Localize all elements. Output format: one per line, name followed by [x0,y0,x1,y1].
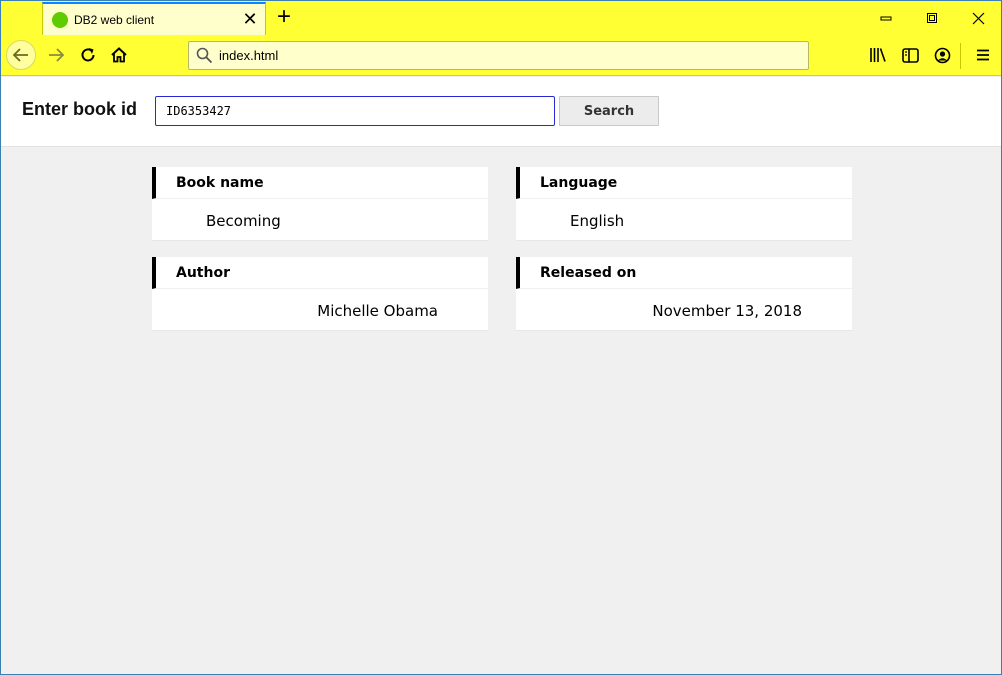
book-id-input[interactable] [155,96,555,126]
tab-title: DB2 web client [74,13,155,27]
tab-db2-web-client[interactable]: DB2 web client ✕ [42,2,266,36]
released-on-value: November 13, 2018 [652,302,802,320]
sidebar-button[interactable] [899,44,921,66]
maximize-icon [927,13,937,23]
home-button[interactable] [104,40,134,70]
card-header: Language [516,167,852,199]
language-value: English [570,212,625,230]
back-button[interactable] [6,40,36,70]
book-name-label: Book name [176,175,264,191]
minimize-icon [880,16,892,21]
navigation-bar: index.html [1,35,1001,76]
account-icon [934,47,950,63]
card-header: Author [152,257,488,289]
menu-button[interactable] [972,44,994,66]
released-on-label: Released on [540,265,637,281]
close-button[interactable] [955,1,1001,35]
book-id-label: Enter book id [22,99,138,119]
author-label: Author [176,265,230,281]
forward-button[interactable] [41,40,71,70]
url-text: index.html [219,48,279,63]
back-icon [12,48,28,62]
author-value: Michelle Obama [317,302,438,320]
url-bar[interactable]: index.html [188,41,809,70]
released-on-card: Released on November 13, 2018 [516,257,852,331]
search-header: Enter book id Search [1,77,1001,147]
reload-icon [81,48,95,62]
menu-icon [977,49,989,61]
book-name-card: Book name Becoming [152,167,488,241]
tab-close-icon[interactable]: ✕ [241,9,259,29]
account-button[interactable] [931,44,953,66]
browser-window: DB2 web client ✕ + index.html Enter book… [0,0,1002,675]
reload-button[interactable] [73,40,103,70]
language-label: Language [540,175,618,191]
toolbar-separator [960,43,961,69]
home-icon [111,47,127,63]
favicon-icon [52,12,68,28]
new-tab-button[interactable]: + [271,4,297,32]
search-button[interactable]: Search [559,96,659,126]
author-card: Author Michelle Obama [152,257,488,331]
tab-strip: DB2 web client ✕ + [1,1,1001,36]
maximize-button[interactable] [909,1,955,35]
library-button[interactable] [867,44,889,66]
forward-icon [49,48,65,62]
close-icon [972,12,984,24]
card-header: Released on [516,257,852,289]
library-icon [870,48,886,62]
minimize-button[interactable] [863,1,909,35]
language-card: Language English [516,167,852,241]
book-name-value: Becoming [206,212,281,230]
sidebar-icon [901,47,919,63]
search-icon [196,47,213,64]
card-header: Book name [152,167,488,199]
